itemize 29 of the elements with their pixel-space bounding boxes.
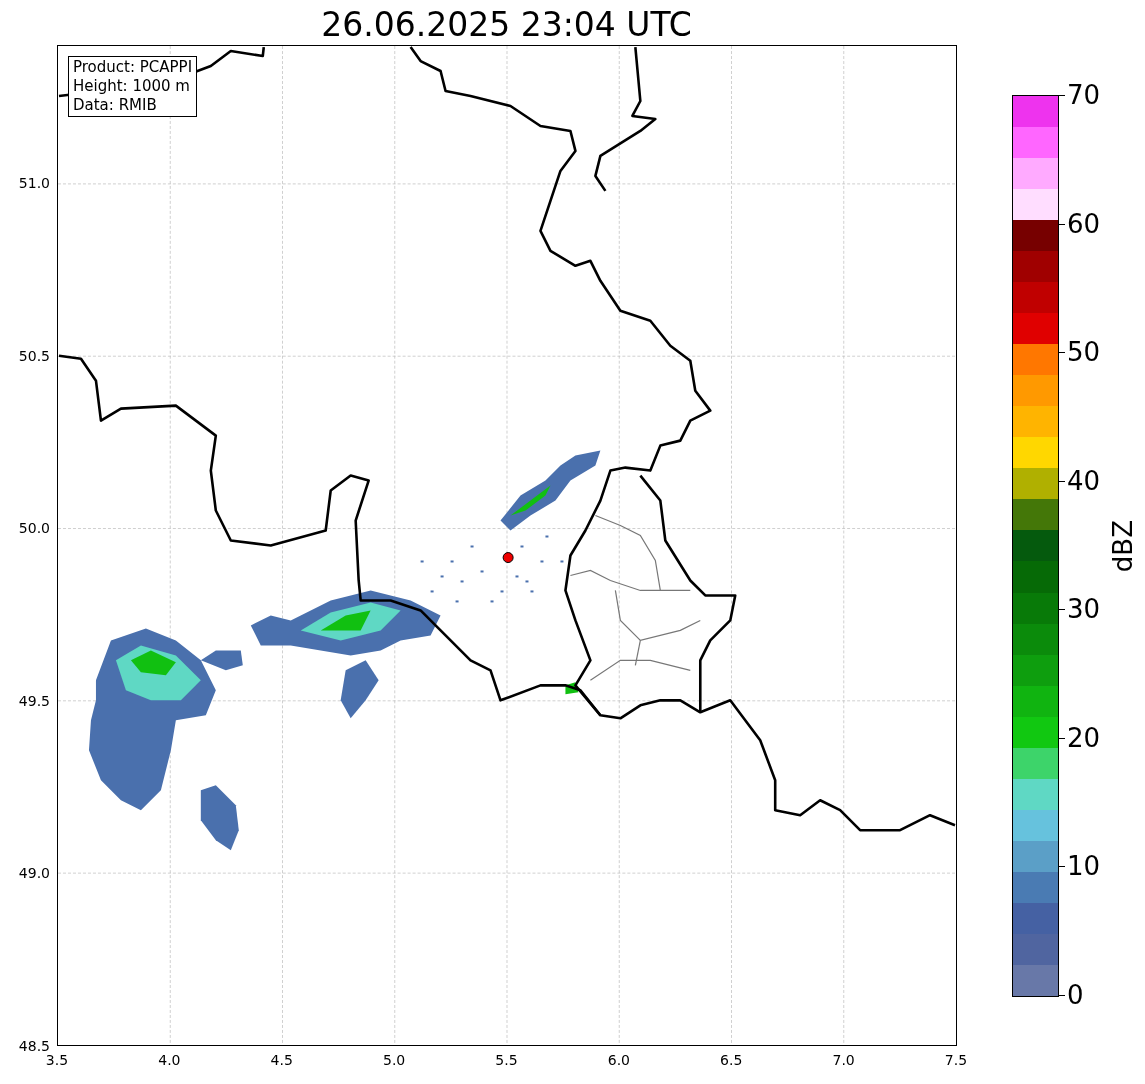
tick-label: 0 [1067,980,1084,1010]
tick-label: 5.0 [383,1052,406,1068]
colorbar-label: dBZ [1107,519,1139,573]
tick-label: 5.5 [495,1052,518,1068]
tick-label: 50.5 [18,347,50,364]
tick-label: 60 [1067,208,1101,239]
tick-label: 50.0 [18,520,50,536]
tick-label: 6.5 [720,1052,743,1068]
tick-label: 10 [1067,851,1101,882]
tick-label: 51.0 [18,175,50,191]
radar-site-marker [502,552,514,564]
tick-label: 50 [1067,337,1101,368]
tick-label: 4.0 [158,1052,181,1068]
tick-label: 30 [1067,594,1101,625]
chart-title: 26.06.2025 23:04 UTC [321,5,692,45]
info-text: Data: RMIB [73,96,158,115]
tick-label: 49.0 [18,865,50,881]
tick-label: 6.0 [607,1052,630,1068]
info-text: Height: 1000 m [73,77,191,96]
tick-label: 40 [1067,465,1101,496]
tick-label: 48.5 [18,1037,50,1054]
tick-label: 4.5 [270,1052,293,1068]
tick-label: 7.0 [832,1052,855,1068]
tick-label: 20 [1067,722,1101,753]
tick-label: 49.5 [18,692,50,709]
tick-label: 3.5 [45,1052,69,1068]
info-text: Product: PCAPPI [73,58,193,77]
tick-label: 7.5 [944,1052,968,1068]
tick-label: 70 [1067,80,1101,110]
